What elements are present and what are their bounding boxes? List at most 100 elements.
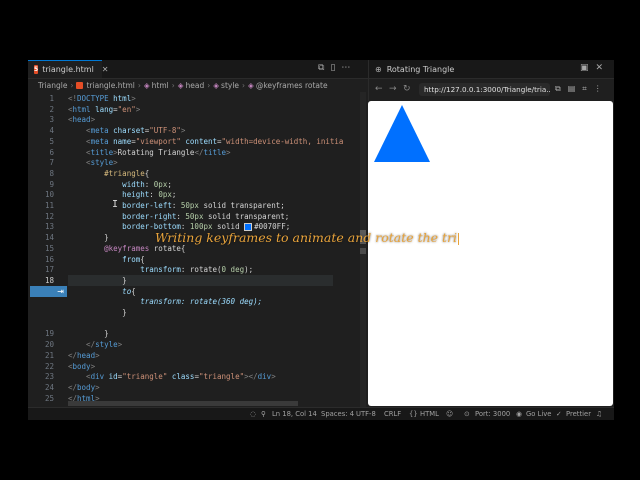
- reload-icon[interactable]: ↻: [403, 84, 411, 94]
- breadcrumb-item[interactable]: head: [186, 81, 205, 90]
- line-number: 24: [44, 382, 54, 392]
- code-line[interactable]: width: 0px;: [68, 180, 172, 189]
- code-line[interactable]: <meta name="viewport" content="width=dev…: [68, 137, 343, 146]
- code-token: }: [68, 308, 127, 317]
- breadcrumb-item[interactable]: triangle.html: [86, 81, 134, 90]
- lock-icon[interactable]: ▣: [580, 63, 589, 73]
- port-status[interactable]: Port: 3000: [475, 410, 510, 418]
- tab-triangle-html[interactable]: 5 triangle.html ✕: [28, 60, 109, 78]
- breadcrumb-item[interactable]: @keyframes rotate: [256, 81, 328, 90]
- external-link-icon[interactable]: ⧉: [555, 84, 561, 94]
- code-token: </: [68, 350, 78, 360]
- code-line[interactable]: <div id="triangle" class="triangle"></di…: [68, 372, 276, 381]
- code-token: @keyframes: [68, 243, 150, 253]
- line-number: 11: [44, 201, 54, 210]
- code-line[interactable]: <title>Rotating Triangle</title>: [68, 148, 231, 157]
- back-arrow-icon[interactable]: ←: [375, 84, 383, 94]
- browser-viewport[interactable]: [368, 101, 613, 406]
- code-token: class: [167, 372, 195, 382]
- more-icon[interactable]: ⋮: [594, 84, 602, 94]
- code-token: :: [149, 190, 159, 200]
- code-line[interactable]: border-left: 50px solid transparent;: [68, 201, 285, 210]
- cursor-position[interactable]: Ln 18, Col 14: [272, 410, 317, 418]
- clipboard-icon[interactable]: ▤: [568, 84, 576, 94]
- code-token: body: [72, 361, 91, 371]
- subtitle-text: Writing keyframes to animate and rotate …: [155, 230, 458, 245]
- more-actions-icon[interactable]: ⋯: [341, 63, 350, 73]
- code-token: >: [113, 158, 118, 168]
- code-line[interactable]: <head>: [68, 115, 95, 124]
- code-line[interactable]: height: 0px;: [68, 190, 176, 199]
- line-number: 3: [49, 115, 54, 125]
- line-number: 5: [49, 136, 54, 146]
- code-line[interactable]: from{: [68, 255, 145, 264]
- language-mode[interactable]: HTML: [420, 410, 439, 418]
- code-token: lang: [90, 104, 114, 114]
- preview-close-icon[interactable]: ✕: [596, 63, 604, 73]
- breadcrumb-item[interactable]: Triangle: [38, 81, 67, 90]
- indentation[interactable]: Spaces: 4: [321, 410, 354, 418]
- go-live-button[interactable]: Go Live: [526, 410, 551, 418]
- code-token: : rotate(: [180, 265, 222, 275]
- code-line[interactable]: transform: rotate(0 deg);: [68, 265, 253, 274]
- code-line[interactable]: <!DOCTYPE html>: [68, 94, 136, 103]
- code-token: 0px: [153, 179, 168, 189]
- subtitle-overlay: Writing keyframes to animate and rotate …: [155, 230, 460, 245]
- code-token: div: [90, 372, 105, 382]
- line-number: 6: [49, 147, 54, 157]
- element-icon: ◈: [213, 81, 220, 90]
- code-line[interactable]: </body>: [68, 383, 100, 392]
- code-line[interactable]: }: [68, 276, 127, 285]
- code-token: {: [131, 286, 136, 296]
- code-line[interactable]: transform: rotate(360 deg);: [68, 297, 262, 306]
- code-line[interactable]: }: [68, 233, 109, 242]
- encoding[interactable]: UTF-8: [356, 410, 376, 418]
- code-line[interactable]: </head>: [68, 351, 100, 360]
- code-token: ;: [167, 179, 172, 189]
- code-line[interactable]: <body>: [68, 362, 95, 371]
- chevron-right-icon: ›: [207, 81, 211, 90]
- code-line[interactable]: <meta charset="UTF-8">: [68, 126, 185, 135]
- horizontal-scrollbar[interactable]: [68, 401, 298, 406]
- prettier-status[interactable]: Prettier: [566, 410, 591, 418]
- accept-suggestion-icon[interactable]: ⇥: [30, 285, 67, 297]
- breadcrumb-item[interactable]: html: [152, 81, 169, 90]
- preview-actions: ▣ ✕: [580, 63, 603, 73]
- line-ending[interactable]: CRLF: [384, 410, 401, 418]
- breadcrumb-item[interactable]: style: [221, 81, 239, 90]
- code-line[interactable]: @keyframes rotate{: [68, 244, 185, 253]
- code-token: meta: [90, 126, 109, 136]
- code-line[interactable]: </style>: [68, 340, 122, 349]
- copilot-icon[interactable]: ☺: [446, 410, 453, 418]
- preview-toolbar-actions: ⧉ ▤ ⌗ ⋮: [555, 84, 602, 94]
- code-token: width: [68, 179, 145, 189]
- feedback-icon[interactable]: ⚲: [261, 410, 266, 418]
- code-token: {: [140, 254, 145, 264]
- close-icon[interactable]: ✕: [102, 65, 109, 74]
- code-line[interactable]: border-right: 50px solid transparent;: [68, 212, 289, 221]
- split-editor-icon[interactable]: ▯: [330, 63, 335, 73]
- url-field[interactable]: http://127.0.0.1:3000/Triangle/tria...: [419, 83, 550, 96]
- code-editor[interactable]: 1 2 3 4 5 6 7 8 9 10 11 12 13 14 15 16 17 18 19 20 21 22 23 24 2…: [28, 92, 368, 407]
- code-line[interactable]: <style>: [68, 158, 118, 167]
- scrollbar-marker: [360, 248, 366, 254]
- line-number: 17: [44, 265, 54, 275]
- code-line[interactable]: }: [68, 308, 127, 317]
- code-line[interactable]: <html lang="en">: [68, 105, 140, 114]
- line-number: 13: [44, 222, 54, 232]
- code-line[interactable]: to{: [68, 287, 136, 296]
- port-icon: ⊙: [464, 410, 470, 418]
- code-area[interactable]: <!DOCTYPE html> <html lang="en"> <head> <m…: [68, 92, 368, 407]
- code-token: style: [90, 158, 114, 168]
- line-number: 19: [44, 329, 54, 339]
- tab-preview[interactable]: ⊕ Rotating Triangle: [368, 60, 495, 78]
- code-token: charset: [108, 126, 145, 136]
- code-token: ;: [171, 190, 177, 200]
- code-line[interactable]: }: [68, 329, 109, 338]
- sync-icon[interactable]: ◌: [250, 410, 256, 418]
- inspect-icon[interactable]: ⌗: [582, 84, 587, 94]
- open-preview-icon[interactable]: ⧉: [318, 63, 324, 73]
- forward-arrow-icon[interactable]: →: [389, 84, 397, 94]
- code-line[interactable]: #triangle{: [68, 169, 149, 178]
- bell-icon[interactable]: ♫: [596, 410, 602, 418]
